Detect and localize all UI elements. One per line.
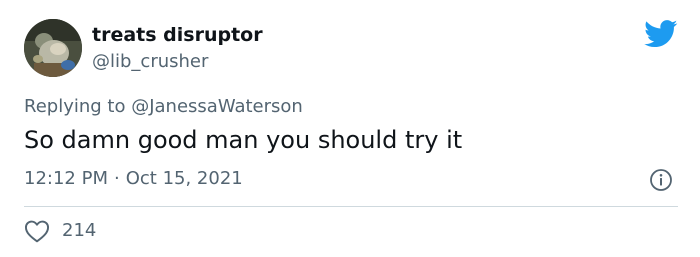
heart-icon [24,220,50,243]
tweet-timestamp[interactable]: 12:12 PM · Oct 15, 2021 [24,165,243,193]
display-name[interactable]: treats disruptor [92,22,263,48]
twitter-bird-icon[interactable] [644,20,678,48]
tweet-date: Oct 15, 2021 [125,168,243,189]
reply-mention-link[interactable]: @JanessaWaterson [131,96,303,117]
avatar-image [24,19,82,77]
tweet-text: So damn good man you should try it [24,126,463,154]
avatar[interactable] [24,19,82,77]
user-handle[interactable]: @lib_crusher [92,49,208,75]
info-icon[interactable] [649,168,673,192]
tweet-card: treats disruptor @lib_crusher Replying t… [0,0,700,257]
like-count: 214 [62,220,97,241]
divider [24,206,678,207]
like-button[interactable]: 214 [24,218,96,244]
replying-to: Replying to @JanessaWaterson [24,93,303,121]
meta-separator: · [113,168,120,189]
replying-to-label: Replying to [24,96,126,117]
tweet-time: 12:12 PM [24,168,108,189]
